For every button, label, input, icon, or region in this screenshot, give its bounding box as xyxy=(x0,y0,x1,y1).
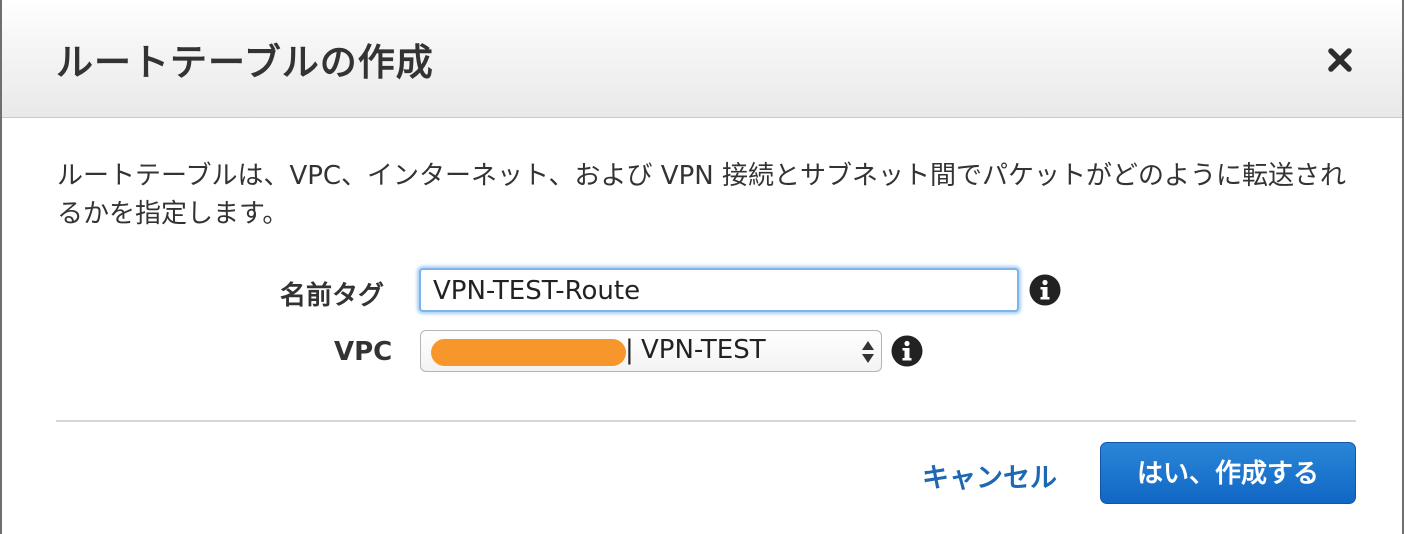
redacted-vpc-id xyxy=(431,339,626,366)
cancel-button[interactable]: キャンセル xyxy=(922,456,1057,495)
vpc-info-button[interactable] xyxy=(891,335,923,367)
info-icon xyxy=(1029,274,1061,306)
dialog-description: ルートテーブルは、VPC、インターネット、および VPN 接続とサブネット間でパ… xyxy=(57,161,1346,229)
updown-arrows-icon xyxy=(862,341,874,363)
footer-divider xyxy=(56,420,1356,422)
dialog-header: ルートテーブルの作成 xyxy=(2,0,1402,118)
name-tag-input[interactable] xyxy=(419,268,1019,312)
vpc-label: VPC xyxy=(334,337,393,367)
close-icon xyxy=(1328,48,1352,72)
info-icon xyxy=(891,335,923,367)
create-button[interactable]: はい、作成する xyxy=(1100,442,1356,504)
name-tag-info-button[interactable] xyxy=(1029,274,1061,306)
name-tag-label: 名前タグ xyxy=(280,281,385,311)
dialog-title: ルートテーブルの作成 xyxy=(56,41,434,84)
vpc-selected-value: VPN-TEST xyxy=(641,335,766,365)
create-route-table-dialog: ルートテーブルの作成 ルートテーブルは、VPC、インターネット、および VPN … xyxy=(0,0,1404,534)
vpc-select[interactable]: | VPN-TEST xyxy=(420,330,882,372)
close-button[interactable] xyxy=(1320,40,1360,80)
vpc-separator: | xyxy=(625,335,634,365)
